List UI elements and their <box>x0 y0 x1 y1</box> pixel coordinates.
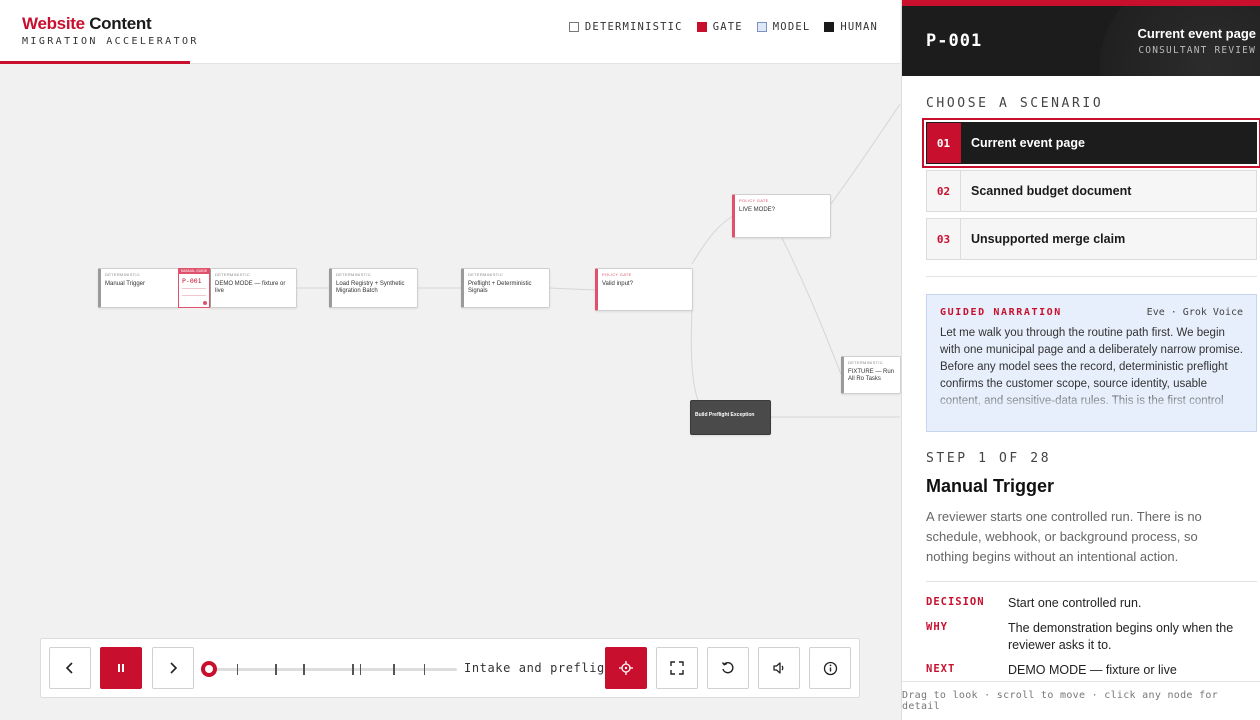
pause-icon <box>118 664 124 672</box>
timeline-track <box>203 668 457 671</box>
legend-swatch <box>756 22 767 32</box>
edge <box>830 103 900 205</box>
fact-why: WHY The demonstration begins only when t… <box>926 620 1257 654</box>
detail-panel: P-001 Current event page CONSULTANT REVI… <box>901 0 1260 720</box>
audio-button[interactable] <box>758 647 800 689</box>
chevron-right-icon <box>170 662 178 674</box>
edge <box>690 309 699 401</box>
playback-bar: Intake and preflight <box>40 638 860 698</box>
step-title: Manual Trigger <box>926 476 1055 496</box>
workflow-canvas[interactable]: DETERMINISTIC Manual Trigger DETERMINIST… <box>0 64 901 720</box>
info-button[interactable] <box>809 647 851 689</box>
node-build-preflight-exception[interactable]: Build Preflight Exception <box>690 400 771 435</box>
legend-swatch <box>696 22 707 32</box>
node-demo-mode[interactable]: DETERMINISTIC DEMO MODE — fixture or liv… <box>208 268 297 308</box>
scenario-number: 01 <box>927 123 961 163</box>
focus-token-button[interactable] <box>605 647 647 689</box>
fact-key: WHY <box>926 621 948 633</box>
node-live-mode-gate[interactable]: POLICY GATE LIVE MODE? <box>732 194 831 238</box>
token-lines <box>182 288 206 296</box>
timeline-tick <box>359 664 362 675</box>
restart-button[interactable] <box>707 647 749 689</box>
scenario-option-03[interactable]: 03 Unsupported merge claim <box>926 218 1257 260</box>
legend-gate: GATE <box>696 21 743 33</box>
scenario-option-02[interactable]: 02 Scanned budget document <box>926 170 1257 212</box>
pause-button[interactable] <box>100 647 142 689</box>
record-subtitle: CONSULTANT REVIEW <box>1138 45 1256 56</box>
workflow-edges <box>297 103 900 418</box>
token-id: P-001 <box>182 277 202 285</box>
timeline-tick <box>303 664 305 675</box>
timeline-tick <box>275 664 277 675</box>
speaker-icon <box>773 662 784 674</box>
legend-swatch <box>824 22 835 32</box>
next-step-button[interactable] <box>152 647 194 689</box>
fact-key: NEXT <box>926 663 956 675</box>
timeline-tick <box>423 664 426 675</box>
panel-scroll-area[interactable]: CHOOSE A SCENARIO 01 Current event page … <box>902 76 1260 681</box>
node-type-legend: DETERMINISTIC GATE MODEL HUMAN <box>568 21 878 33</box>
record-id: P-001 <box>926 31 983 51</box>
step-timeline-slider[interactable] <box>201 659 457 679</box>
token-status-dot <box>203 301 207 305</box>
guided-narration-box: GUIDED NARRATION Eve · Grok Voice Let me… <box>926 294 1257 432</box>
node-valid-input-gate[interactable]: POLICY GATE Valid input? <box>595 268 693 311</box>
crosshair-icon <box>619 661 633 675</box>
scenario-name: Current event page <box>971 136 1085 150</box>
scenario-option-01[interactable]: 01 Current event page <box>922 118 1260 168</box>
chevron-left-icon <box>65 662 73 674</box>
step-facts: DECISION Start one controlled run. WHY T… <box>926 595 1257 681</box>
legend-model: MODEL <box>756 21 811 33</box>
node-fixture-run[interactable]: DETERMINISTIC FIXTURE — Run All Ro Tasks <box>841 356 901 394</box>
info-icon <box>823 661 837 675</box>
narration-header: GUIDED NARRATION Eve · Grok Voice <box>940 307 1243 318</box>
token-header: MANUAL GUIDE <box>179 269 209 274</box>
fact-decision: DECISION Start one controlled run. <box>926 595 1257 612</box>
scenario-number: 02 <box>927 171 961 211</box>
app-header: Website Content MIGRATION ACCELERATOR DE… <box>0 0 900 64</box>
legend-deterministic: DETERMINISTIC <box>568 21 683 33</box>
legend-human: HUMAN <box>824 21 878 33</box>
narration-title: GUIDED NARRATION <box>940 307 1062 318</box>
scenario-number: 03 <box>927 219 961 259</box>
timeline-thumb[interactable] <box>201 661 217 677</box>
brand: Website Content MIGRATION ACCELERATOR <box>22 14 199 47</box>
scenario-list: 01 Current event page 02 Scanned budget … <box>922 118 1260 266</box>
node-preflight[interactable]: DETERMINISTIC Preflight + Deterministic … <box>461 268 550 308</box>
record-token[interactable]: MANUAL GUIDE P-001 <box>178 268 210 308</box>
fact-value: Start one controlled run. <box>1008 596 1142 610</box>
fact-value: The demonstration begins only when the r… <box>1008 621 1234 652</box>
scenario-heading: CHOOSE A SCENARIO <box>926 96 1104 111</box>
edge <box>549 287 596 291</box>
section-divider <box>926 581 1257 582</box>
step-counter: STEP 1 OF 28 <box>926 451 1052 466</box>
narration-voice: Eve · Grok Voice <box>1146 307 1243 318</box>
panel-header: P-001 Current event page CONSULTANT REVI… <box>902 0 1260 76</box>
timeline-tick <box>236 664 239 675</box>
fullscreen-button[interactable] <box>656 647 698 689</box>
brand-title: Website Content <box>22 14 152 33</box>
scenario-name: Scanned budget document <box>971 184 1132 198</box>
node-load-registry[interactable]: DETERMINISTIC Load Registry + Synthetic … <box>329 268 418 308</box>
timeline-tick <box>393 664 395 675</box>
brand-subtitle: MIGRATION ACCELERATOR <box>22 36 199 47</box>
edge <box>779 233 842 375</box>
previous-step-button[interactable] <box>49 647 91 689</box>
fact-value: DEMO MODE — fixture or live <box>1008 663 1177 677</box>
fact-key: DECISION <box>926 596 985 608</box>
edge <box>691 215 734 265</box>
fact-next: NEXT DEMO MODE — fixture or live <box>926 662 1257 679</box>
node-manual-trigger[interactable]: DETERMINISTIC Manual Trigger <box>98 268 180 308</box>
step-description: A reviewer starts one controlled run. Th… <box>926 509 1202 564</box>
phase-label: Intake and preflight <box>464 661 621 675</box>
narration-text: Let me walk you through the routine path… <box>940 327 1243 407</box>
restart-icon <box>721 662 734 674</box>
scenario-name: Unsupported merge claim <box>971 232 1126 246</box>
timeline-tick <box>352 664 354 675</box>
panel-hint: Drag to look · scroll to move · click an… <box>902 681 1260 720</box>
section-divider <box>926 276 1257 277</box>
expand-icon <box>670 661 684 675</box>
legend-swatch <box>568 22 579 32</box>
record-title: Current event page <box>1137 26 1256 41</box>
